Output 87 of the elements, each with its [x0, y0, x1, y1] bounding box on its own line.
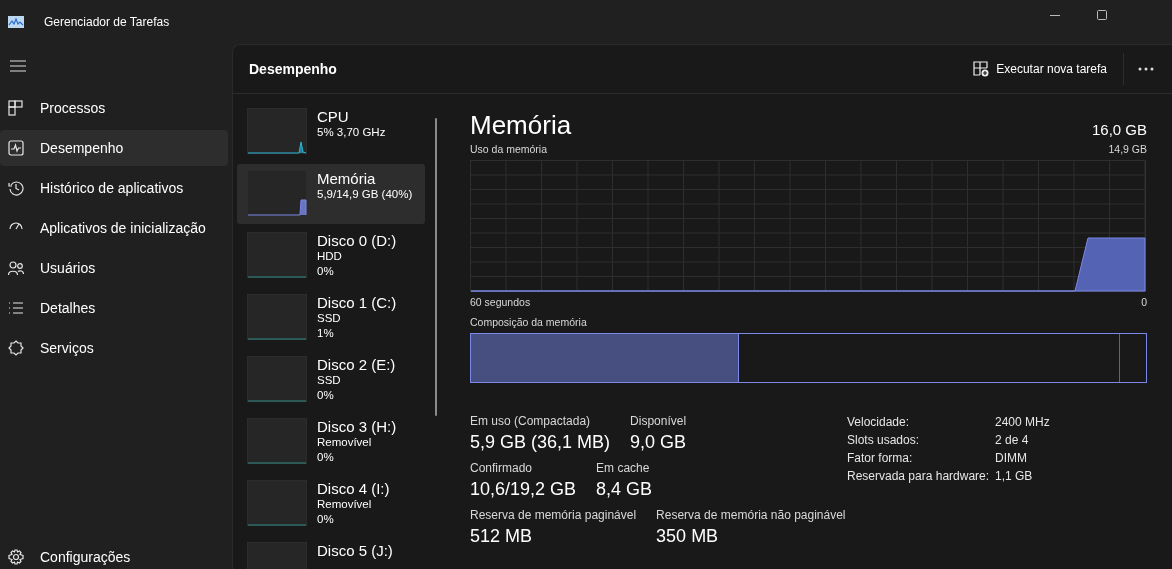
device-name: Disco 1 (C:) — [317, 294, 397, 311]
device-stat: 0% — [317, 388, 335, 403]
sidebar-item[interactable]: Usuários — [0, 250, 228, 286]
spec-value: DIMM — [995, 450, 1027, 467]
scrollbar-thumb[interactable] — [435, 118, 437, 416]
stat-value: 8,4 GB — [596, 478, 653, 501]
device-stat: 5,9/14,9 GB (40%) — [317, 187, 413, 202]
device-stat: 1% — [317, 326, 335, 341]
device-name: Disco 0 (D:) — [317, 232, 397, 249]
window-title: Gerenciador de Tarefas — [44, 15, 170, 29]
nav-icon — [8, 180, 24, 196]
mini-graph — [247, 294, 307, 340]
minimize-icon[interactable] — [1050, 14, 1060, 16]
mini-graph — [247, 418, 307, 464]
stat-value: 10,6/19,2 GB — [470, 478, 577, 501]
detail-title: Memória — [470, 110, 572, 141]
nav-icon — [8, 340, 24, 356]
page-title: Desempenho — [249, 61, 337, 77]
sidebar-item[interactable]: Histórico de aplicativos — [0, 170, 228, 206]
stat-label: Confirmado — [470, 460, 534, 476]
total-memory: 16,0 GB — [1091, 121, 1147, 138]
stat-label: Disponível — [630, 413, 687, 429]
stat-label: Reserva de memória não paginável — [656, 507, 846, 523]
mini-graph — [247, 356, 307, 402]
spec-label: Slots usados: — [847, 432, 921, 449]
device-stat: 0% — [317, 264, 335, 279]
stat-value: 512 MB — [470, 525, 534, 548]
menu-icon[interactable] — [10, 60, 26, 72]
sidebar-item[interactable]: Detalhes — [0, 290, 228, 326]
nav-icon — [8, 260, 24, 276]
device-name: Disco 5 (J:) — [317, 542, 393, 559]
stat-label: Em uso (Compactada) — [470, 413, 592, 429]
time-span-label: 60 segundos — [470, 295, 531, 310]
stat-value: 350 MB — [656, 525, 720, 548]
sidebar-item[interactable]: Serviços — [0, 330, 228, 366]
device-item[interactable]: Disco 4 (I:) Removível 0% — [237, 474, 425, 534]
device-item[interactable]: Disco 1 (C:) SSD 1% — [237, 288, 425, 348]
device-stat: 0% — [317, 450, 335, 465]
sidebar-item[interactable]: Processos — [0, 90, 228, 126]
nav-icon — [8, 100, 24, 116]
device-stat: SSD — [317, 373, 342, 388]
spec-label: Reservada para hardware: — [847, 468, 991, 485]
spec-value: 2 de 4 — [995, 432, 1029, 449]
more-options-icon[interactable] — [1138, 67, 1154, 71]
device-stat: Removível — [317, 435, 373, 450]
nav-icon — [8, 140, 24, 156]
run-task-button[interactable]: Executar nova tarefa — [967, 55, 1113, 83]
device-name: Disco 4 (I:) — [317, 480, 390, 497]
device-stat: 0% — [317, 512, 335, 527]
settings-icon — [8, 549, 24, 565]
device-item[interactable]: Disco 5 (J:) — [237, 536, 425, 569]
new-task-icon — [973, 61, 990, 77]
device-stat: HDD — [317, 249, 343, 264]
spec-value: 2400 MHz — [995, 414, 1050, 431]
stat-value: 5,9 GB (36,1 MB) — [470, 431, 611, 454]
sidebar-item[interactable]: Aplicativos de inicialização — [0, 210, 228, 246]
composition-label: Composição da memória — [470, 315, 588, 330]
graph-label: Uso da memória — [470, 142, 548, 157]
spec-label: Fator forma: — [847, 450, 914, 467]
stat-label: Reserva de memória paginável — [470, 507, 637, 523]
stat-label: Em cache — [596, 460, 651, 476]
device-item[interactable]: Disco 2 (E:) SSD 0% — [237, 350, 425, 410]
device-item[interactable]: CPU 5% 3,70 GHz — [237, 102, 425, 162]
spec-label: Velocidade: — [847, 414, 911, 431]
device-item[interactable]: Memória 5,9/14,9 GB (40%) — [237, 164, 425, 224]
settings-item[interactable]: Configurações — [0, 539, 228, 569]
spec-value: 1,1 GB — [995, 468, 1033, 485]
device-stat: SSD — [317, 311, 342, 326]
device-item[interactable]: Disco 0 (D:) HDD 0% — [237, 226, 425, 286]
device-name: Disco 3 (H:) — [317, 418, 397, 435]
app-icon — [8, 16, 24, 28]
device-name: CPU — [317, 108, 350, 125]
mini-graph — [247, 480, 307, 526]
graph-max: 14,9 GB — [1108, 142, 1147, 157]
mini-graph — [247, 170, 307, 216]
device-name: Disco 2 (E:) — [317, 356, 396, 373]
sidebar-item[interactable]: Desempenho — [0, 130, 228, 166]
stat-value: 9,0 GB — [630, 431, 687, 454]
mini-graph — [247, 232, 307, 278]
device-name: Memória — [317, 170, 377, 187]
device-item[interactable]: Disco 3 (H:) Removível 0% — [237, 412, 425, 472]
maximize-icon[interactable] — [1097, 10, 1107, 20]
device-stat: Removível — [317, 497, 373, 512]
device-stat: 5% 3,70 GHz — [317, 125, 386, 140]
nav-icon — [8, 300, 24, 316]
time-end-label: 0 — [1141, 295, 1147, 310]
mini-graph — [247, 108, 307, 154]
